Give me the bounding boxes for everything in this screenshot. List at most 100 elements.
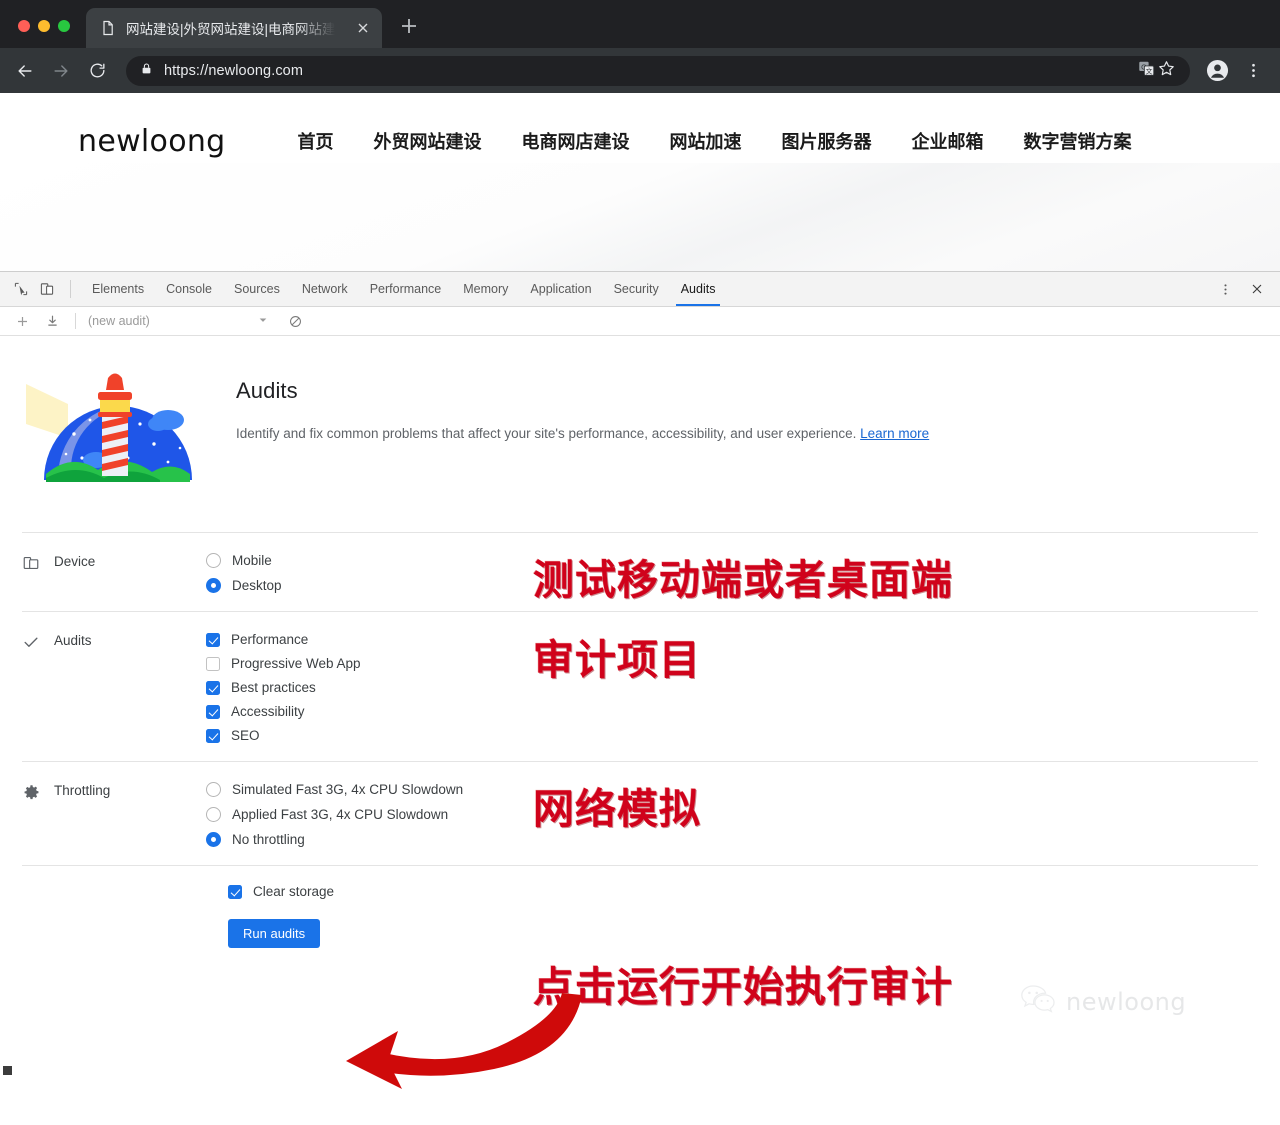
audit-option-best-practices[interactable]: Best practices bbox=[206, 680, 361, 695]
devtools-tab-network[interactable]: Network bbox=[291, 272, 359, 306]
audit-categories-section: Audits Performance Progressive Web App B… bbox=[0, 612, 1280, 761]
star-icon[interactable] bbox=[1157, 59, 1176, 83]
devtools-tab-performance[interactable]: Performance bbox=[359, 272, 453, 306]
annotation-network: 网络模拟 bbox=[533, 775, 701, 835]
annotation-device: 测试移动端或者桌面端 bbox=[533, 546, 953, 606]
audits-header-text: Audits Identify and fix common problems … bbox=[236, 362, 929, 486]
throttling-option-none-label: No throttling bbox=[232, 832, 305, 847]
audit-option-accessibility[interactable]: Accessibility bbox=[206, 704, 361, 719]
nav-item-enterprise-mail[interactable]: 企业邮箱 bbox=[912, 128, 984, 154]
devtools-tab-application[interactable]: Application bbox=[519, 272, 602, 306]
clear-storage-label: Clear storage bbox=[253, 884, 334, 899]
checkbox-best-practices[interactable] bbox=[206, 681, 220, 695]
device-section-label: Device bbox=[22, 553, 206, 593]
no-entry-clear-icon[interactable] bbox=[282, 308, 308, 334]
nav-item-image-server[interactable]: 图片服务器 bbox=[782, 128, 872, 154]
devtools-tab-bar-actions bbox=[1212, 276, 1280, 302]
checkbox-clear-storage[interactable] bbox=[228, 885, 242, 899]
plus-icon[interactable] bbox=[9, 308, 35, 334]
throttling-option-none[interactable]: No throttling bbox=[206, 832, 463, 847]
device-toggle-icon[interactable] bbox=[34, 276, 60, 302]
nav-item-acceleration[interactable]: 网站加速 bbox=[670, 128, 742, 154]
lighthouse-illustration bbox=[22, 362, 208, 486]
nav-item-digital-marketing[interactable]: 数字营销方案 bbox=[1024, 128, 1132, 154]
devtools-tab-sources[interactable]: Sources bbox=[223, 272, 291, 306]
checkbox-progressive-web-app[interactable] bbox=[206, 657, 220, 671]
forward-arrow-icon[interactable] bbox=[44, 54, 78, 88]
device-option-mobile[interactable]: Mobile bbox=[206, 553, 282, 568]
audit-option-best-practices-label: Best practices bbox=[231, 680, 316, 695]
throttling-options: Simulated Fast 3G, 4x CPU Slowdown Appli… bbox=[206, 782, 463, 847]
browser-toolbar: https://newloong.com G文 bbox=[0, 48, 1280, 93]
toolbar-divider bbox=[75, 313, 76, 329]
device-option-desktop[interactable]: Desktop bbox=[206, 578, 282, 593]
devtools-tab-elements[interactable]: Elements bbox=[81, 272, 155, 306]
reload-icon[interactable] bbox=[80, 54, 114, 88]
audit-option-seo-label: SEO bbox=[231, 728, 260, 743]
back-arrow-icon[interactable] bbox=[8, 54, 42, 88]
nav-item-ecommerce[interactable]: 电商网店建设 bbox=[522, 128, 630, 154]
browser-window: 网站建设|外贸网站建设|电商网站建设 https://newloong.com bbox=[0, 0, 1280, 93]
three-dot-menu-icon[interactable] bbox=[1236, 54, 1270, 88]
radio-simulated-fast-3g[interactable] bbox=[206, 782, 221, 797]
close-icon[interactable] bbox=[354, 19, 372, 37]
site-logo[interactable]: newloong bbox=[78, 124, 226, 159]
new-tab-button[interactable] bbox=[396, 13, 422, 39]
device-option-desktop-label: Desktop bbox=[232, 578, 282, 593]
audits-header: Audits Identify and fix common problems … bbox=[0, 336, 1280, 486]
radio-mobile[interactable] bbox=[206, 553, 221, 568]
audit-select-dropdown[interactable]: (new audit) bbox=[88, 312, 278, 330]
browser-tab[interactable]: 网站建设|外贸网站建设|电商网站建设 bbox=[86, 8, 382, 48]
clear-storage-option[interactable]: Clear storage bbox=[22, 884, 1280, 899]
omnibox-actions: G文 bbox=[1138, 59, 1176, 83]
throttling-section: Throttling Simulated Fast 3G, 4x CPU Slo… bbox=[0, 762, 1280, 865]
checkbox-seo[interactable] bbox=[206, 729, 220, 743]
throttling-option-simulated[interactable]: Simulated Fast 3G, 4x CPU Slowdown bbox=[206, 782, 463, 797]
radio-applied-fast-3g[interactable] bbox=[206, 807, 221, 822]
gear-icon bbox=[22, 783, 40, 801]
wechat-icon bbox=[1020, 984, 1056, 1020]
audit-option-pwa[interactable]: Progressive Web App bbox=[206, 656, 361, 671]
translate-icon[interactable]: G文 bbox=[1138, 60, 1155, 82]
devtools-tab-audits[interactable]: Audits bbox=[670, 272, 727, 306]
audit-option-seo[interactable]: SEO bbox=[206, 728, 361, 743]
three-dot-vertical-icon[interactable] bbox=[1212, 276, 1238, 302]
toolbar-divider bbox=[70, 280, 71, 298]
profile-avatar-icon[interactable] bbox=[1200, 54, 1234, 88]
checkbox-performance[interactable] bbox=[206, 633, 220, 647]
audit-option-performance-label: Performance bbox=[231, 632, 308, 647]
radio-desktop[interactable] bbox=[206, 578, 221, 593]
devtools-tab-bar: Elements Console Sources Network Perform… bbox=[0, 272, 1280, 307]
close-panel-icon[interactable] bbox=[1244, 276, 1270, 302]
checkbox-accessibility[interactable] bbox=[206, 705, 220, 719]
device-section: Device Mobile Desktop 测试移动端或者桌面端 bbox=[0, 533, 1280, 611]
site-navigation: newloong 首页 外贸网站建设 电商网店建设 网站加速 图片服务器 企业邮… bbox=[0, 93, 1280, 189]
devtools-tab-console[interactable]: Console bbox=[155, 272, 223, 306]
scroll-indicator[interactable] bbox=[3, 1066, 12, 1075]
run-audits-button[interactable]: Run audits bbox=[228, 919, 320, 948]
learn-more-link[interactable]: Learn more bbox=[860, 426, 929, 441]
audit-option-performance[interactable]: Performance bbox=[206, 632, 361, 647]
maximize-window-button[interactable] bbox=[58, 20, 70, 32]
checkmark-icon bbox=[22, 633, 40, 651]
audit-categories-label: Audits bbox=[54, 633, 92, 648]
close-window-button[interactable] bbox=[18, 20, 30, 32]
page-title: Audits bbox=[236, 378, 929, 404]
annotation-audit-items: 审计项目 bbox=[533, 626, 701, 686]
minimize-window-button[interactable] bbox=[38, 20, 50, 32]
chevron-down-icon[interactable] bbox=[258, 312, 268, 330]
throttling-label-group: Throttling bbox=[22, 782, 206, 847]
lock-icon bbox=[140, 62, 153, 80]
download-icon[interactable] bbox=[39, 308, 65, 334]
inspect-cursor-icon[interactable] bbox=[8, 276, 34, 302]
nav-item-foreign-trade[interactable]: 外贸网站建设 bbox=[374, 128, 482, 154]
tab-strip: 网站建设|外贸网站建设|电商网站建设 bbox=[0, 0, 1280, 48]
site-menu: 首页 外贸网站建设 电商网店建设 网站加速 图片服务器 企业邮箱 数字营销方案 bbox=[298, 128, 1132, 154]
devtools-tab-security[interactable]: Security bbox=[603, 272, 670, 306]
web-page-viewport: newloong 首页 外贸网站建设 电商网店建设 网站加速 图片服务器 企业邮… bbox=[0, 93, 1280, 271]
nav-item-home[interactable]: 首页 bbox=[298, 128, 334, 154]
address-bar[interactable]: https://newloong.com G文 bbox=[126, 56, 1190, 86]
throttling-option-applied[interactable]: Applied Fast 3G, 4x CPU Slowdown bbox=[206, 807, 463, 822]
devtools-tab-memory[interactable]: Memory bbox=[452, 272, 519, 306]
radio-no-throttling[interactable] bbox=[206, 832, 221, 847]
